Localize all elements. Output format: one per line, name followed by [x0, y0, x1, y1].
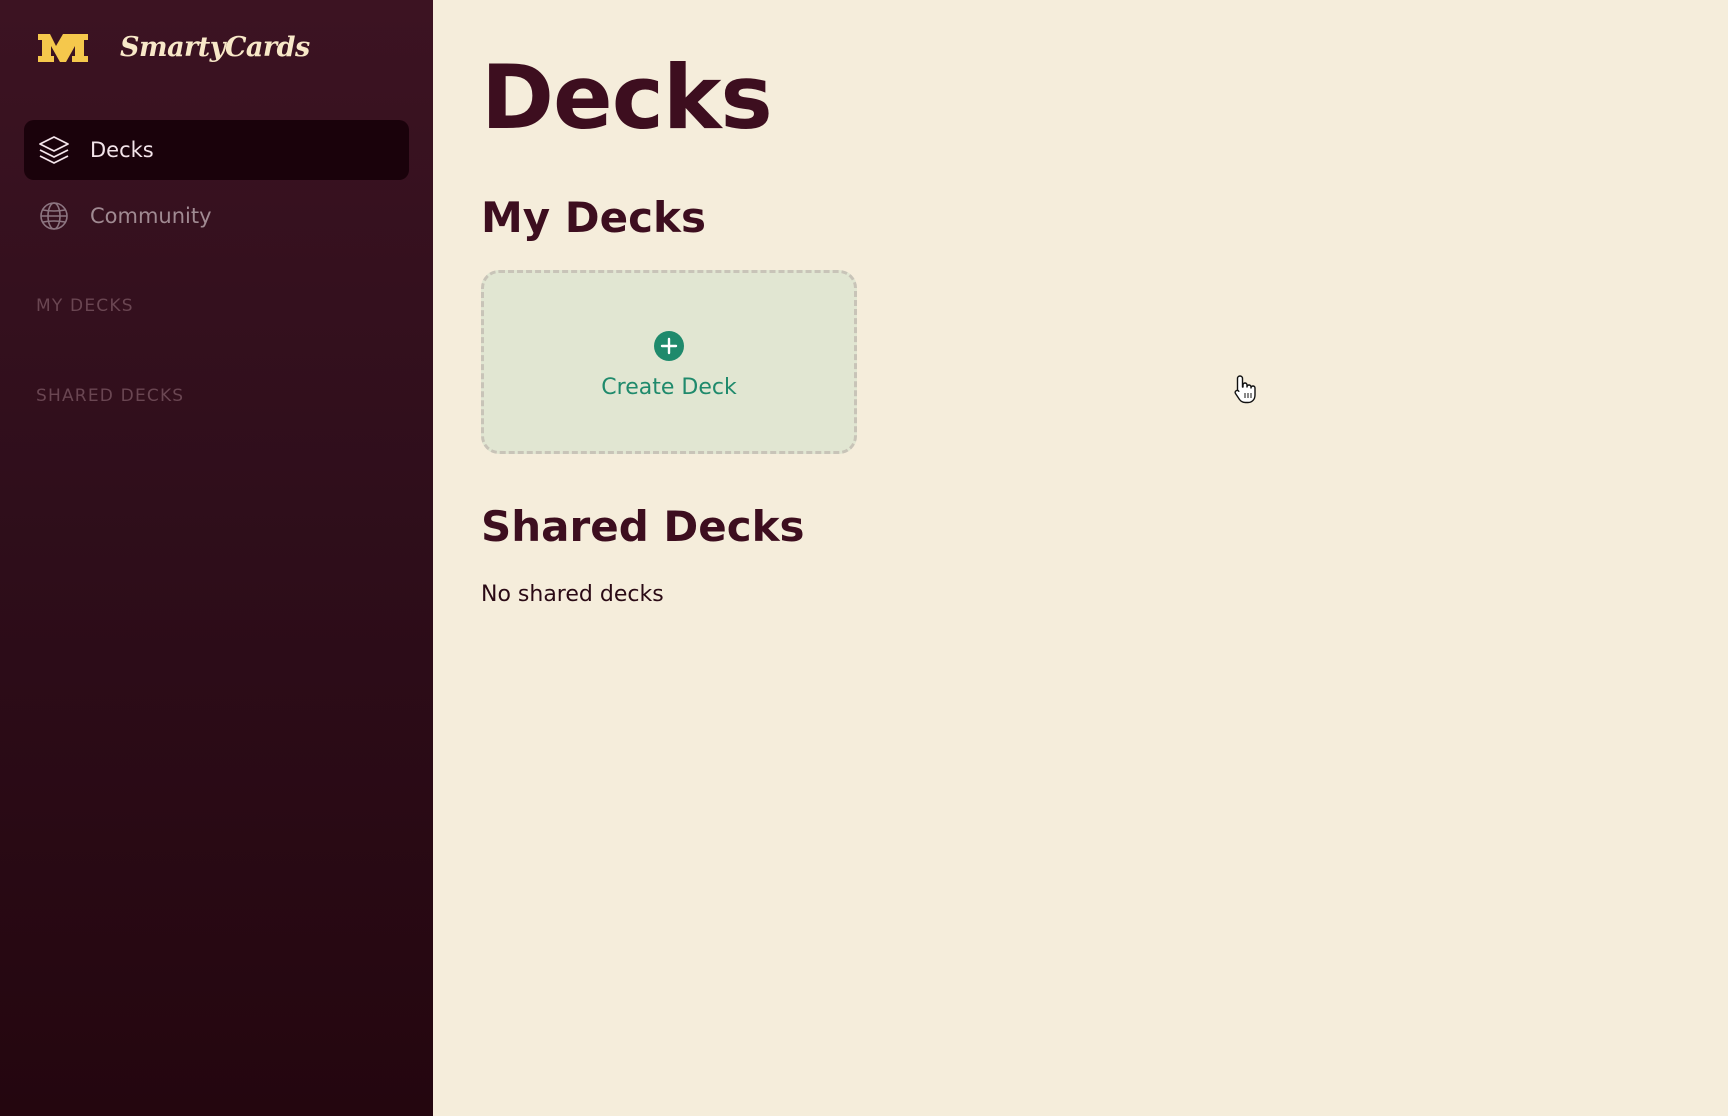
maroon-m-logo-icon	[38, 34, 88, 62]
sidebar-nav: Decks Community	[24, 120, 409, 246]
app-root: SmartyCards Decks Community MY DECKS SHA…	[0, 0, 1728, 1116]
sidebar: SmartyCards Decks Community MY DECKS SHA…	[0, 0, 433, 1116]
sidebar-item-label: Community	[90, 204, 212, 228]
globe-icon	[38, 200, 70, 232]
hand-pointer-cursor-icon	[1234, 375, 1256, 404]
sidebar-section-my-decks: MY DECKS	[36, 296, 134, 316]
shared-decks-heading: Shared Decks	[481, 502, 805, 551]
page-title: Decks	[481, 46, 773, 149]
create-deck-label: Create Deck	[601, 374, 737, 400]
create-deck-button[interactable]: Create Deck	[481, 270, 857, 454]
sidebar-item-label: Decks	[90, 138, 154, 162]
brand[interactable]: SmartyCards	[36, 30, 310, 64]
shared-decks-empty-text: No shared decks	[481, 582, 664, 607]
my-decks-heading: My Decks	[481, 193, 706, 242]
plus-circle-icon	[654, 330, 684, 361]
stacked-layers-icon	[38, 134, 70, 166]
sidebar-section-shared-decks: SHARED DECKS	[36, 386, 185, 406]
sidebar-item-decks[interactable]: Decks	[24, 120, 409, 180]
main-content: Decks My Decks Create Deck Shared Decks …	[433, 0, 1728, 1116]
brand-name: SmartyCards	[120, 31, 310, 63]
sidebar-item-community[interactable]: Community	[24, 186, 409, 246]
